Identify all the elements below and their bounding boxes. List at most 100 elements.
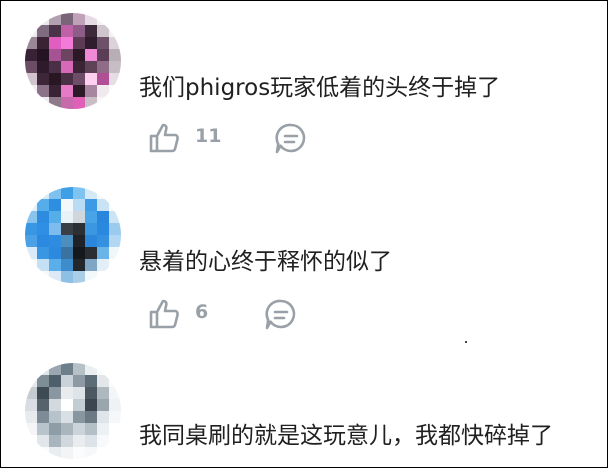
avatar-pixel [37, 271, 49, 283]
avatar-pixel [61, 73, 73, 85]
avatar-pixel [85, 85, 97, 97]
avatar-pixel [61, 423, 73, 435]
avatar-pixel [49, 271, 61, 283]
avatar-pixel [49, 399, 61, 411]
avatar-pixel [73, 235, 85, 247]
avatar-pixel [73, 97, 85, 109]
avatar-pixel [49, 447, 61, 459]
avatar-pixel [73, 187, 85, 199]
avatar[interactable] [25, 187, 121, 283]
avatar-pixel [85, 375, 97, 387]
avatar-pixel [25, 235, 37, 247]
avatar-pixel [37, 211, 49, 223]
thumbs-up-icon[interactable] [147, 121, 181, 155]
avatar-pixel [97, 73, 109, 85]
avatar-pixel [37, 435, 49, 447]
avatar-pixel [37, 375, 49, 387]
avatar-pixel [97, 435, 109, 447]
avatar-pixel [37, 37, 49, 49]
avatar-pixel [25, 187, 37, 199]
avatar-pixel [49, 259, 61, 271]
avatar-pixel [25, 199, 37, 211]
avatar-pixel [37, 259, 49, 271]
avatar-pixel [73, 399, 85, 411]
avatar-pixel [97, 199, 109, 211]
avatar-pixel [109, 13, 121, 25]
avatar-pixel [73, 363, 85, 375]
avatar-pixel [61, 61, 73, 73]
avatar-pixel [73, 223, 85, 235]
avatar-pixel [73, 435, 85, 447]
avatar-pixel [85, 447, 97, 459]
avatar-pixel [73, 375, 85, 387]
avatar-pixel [73, 387, 85, 399]
avatar-pixel [37, 49, 49, 61]
avatar-pixel [109, 411, 121, 423]
avatar-pixel [73, 73, 85, 85]
avatar-pixel [61, 447, 73, 459]
avatar-pixel [85, 223, 97, 235]
avatar-pixel [85, 187, 97, 199]
avatar-pixel [37, 97, 49, 109]
avatar-pixel [109, 223, 121, 235]
avatar-pixel [37, 387, 49, 399]
avatar-pixel [109, 73, 121, 85]
avatar-pixel [73, 247, 85, 259]
avatar-pixel [97, 387, 109, 399]
comment-reply-icon[interactable] [273, 121, 309, 157]
avatar-pixel [85, 25, 97, 37]
avatar-pixel [49, 61, 61, 73]
avatar-pixel [49, 199, 61, 211]
avatar-pixel [109, 97, 121, 109]
avatar[interactable] [25, 363, 121, 459]
avatar-pixel [25, 97, 37, 109]
avatar-pixel [85, 37, 97, 49]
comment-reply-icon[interactable] [263, 297, 299, 333]
avatar-pixel [25, 435, 37, 447]
avatar-pixel [49, 235, 61, 247]
avatar-pixel [109, 49, 121, 61]
avatar-pixel [109, 387, 121, 399]
avatar-pixel [61, 49, 73, 61]
avatar-pixel [85, 423, 97, 435]
avatar-pixel [109, 211, 121, 223]
avatar-pixel [37, 73, 49, 85]
avatar-pixel [97, 223, 109, 235]
avatar-pixel [25, 49, 37, 61]
avatar-pixel [73, 25, 85, 37]
avatar-pixel [37, 235, 49, 247]
avatar-pixel [37, 447, 49, 459]
avatar-pixel [85, 247, 97, 259]
avatar-pixel [61, 411, 73, 423]
avatar-pixel [97, 399, 109, 411]
avatar-pixel [25, 387, 37, 399]
avatar-pixel [109, 271, 121, 283]
avatar[interactable] [25, 13, 121, 109]
avatar-pixel [109, 375, 121, 387]
avatar-pixel [73, 211, 85, 223]
avatar-pixel [37, 399, 49, 411]
avatar-pixel [61, 399, 73, 411]
avatar-pixel [25, 423, 37, 435]
avatar-pixel [25, 259, 37, 271]
avatar-pixel [85, 211, 97, 223]
avatar-pixel [37, 199, 49, 211]
avatar-pixel [85, 387, 97, 399]
avatar-pixel [109, 363, 121, 375]
avatar-pixel [61, 37, 73, 49]
avatar-pixel [37, 247, 49, 259]
avatar-pixel [37, 423, 49, 435]
avatar-pixel [25, 85, 37, 97]
avatar-pixel [25, 375, 37, 387]
avatar-pixel [97, 247, 109, 259]
avatar-pixel [49, 85, 61, 97]
avatar-pixel [97, 375, 109, 387]
avatar-pixel [97, 61, 109, 73]
avatar-pixel [37, 187, 49, 199]
avatar-pixel [109, 435, 121, 447]
avatar-pixel [73, 259, 85, 271]
avatar-pixel [73, 61, 85, 73]
thumbs-up-icon[interactable] [147, 297, 181, 331]
avatar-pixel [37, 411, 49, 423]
avatar-pixel [49, 375, 61, 387]
